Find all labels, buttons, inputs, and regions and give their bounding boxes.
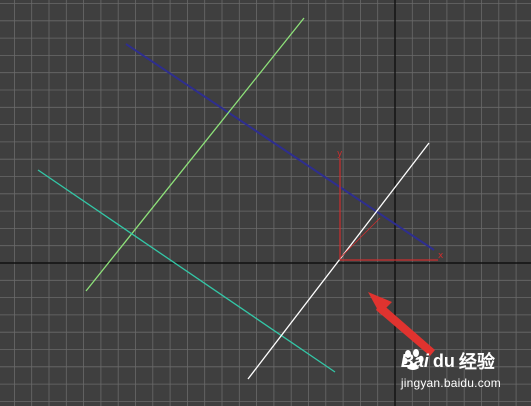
gizmo-x-label: x xyxy=(438,251,444,261)
white-line[interactable] xyxy=(247,142,430,380)
cyan-line[interactable] xyxy=(37,169,336,373)
watermark-du-text: du xyxy=(432,350,455,371)
viewport-3d[interactable]: y x Bai du 经验 jingyan.baidu.com xyxy=(0,0,531,406)
baidu-paw-icon xyxy=(402,349,424,370)
grid xyxy=(0,0,531,406)
green-line[interactable] xyxy=(85,17,305,292)
watermark-url: jingyan.baidu.com xyxy=(400,376,501,390)
gizmo-y-label: y xyxy=(337,149,343,159)
transform-gizmo[interactable]: y x xyxy=(337,149,444,261)
watermark-jingyan-text: 经验 xyxy=(458,352,495,372)
viewport-canvas[interactable]: y x xyxy=(0,0,531,406)
baidu-watermark: Bai du 经验 jingyan.baidu.com xyxy=(401,348,501,390)
blue-line[interactable] xyxy=(125,43,435,251)
